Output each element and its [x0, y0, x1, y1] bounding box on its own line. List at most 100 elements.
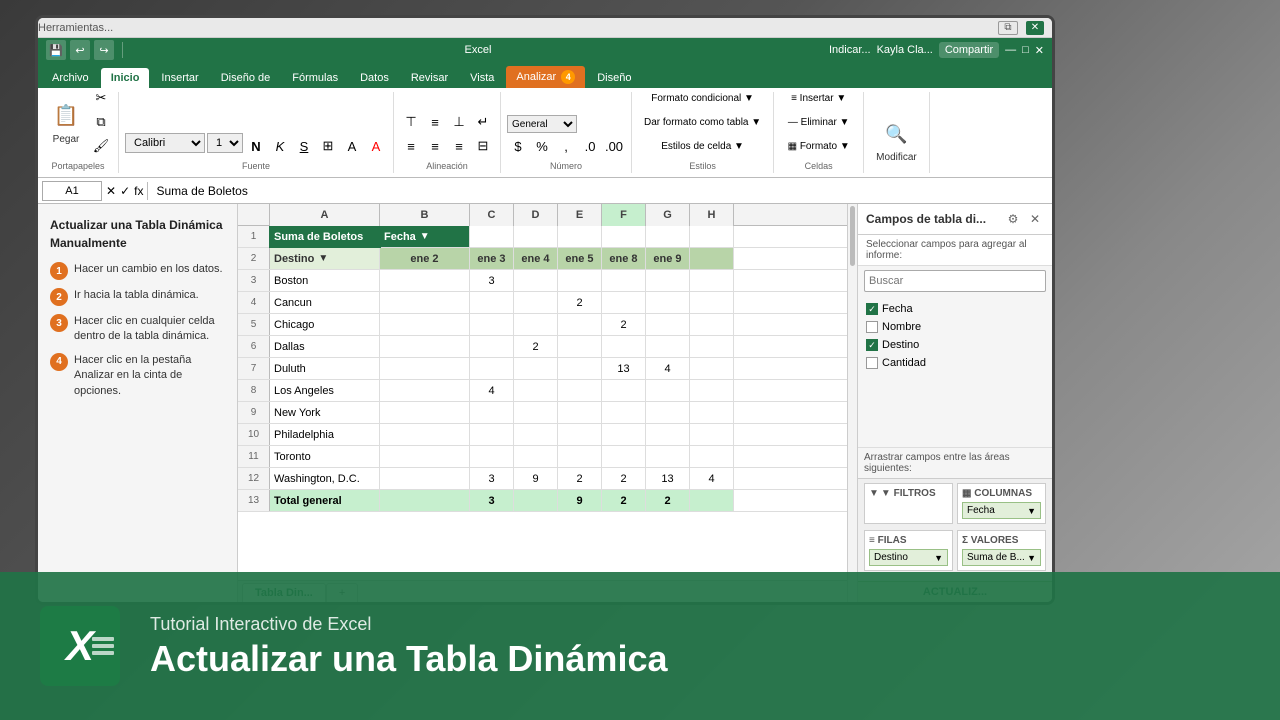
cell-b5[interactable]: [380, 314, 470, 335]
tab-formulas[interactable]: Fórmulas: [282, 68, 348, 88]
align-bottom-button[interactable]: ⊥: [448, 111, 470, 133]
window-minimize[interactable]: —: [1005, 44, 1016, 56]
align-left-button[interactable]: ≡: [400, 135, 422, 157]
col-header-g[interactable]: G: [646, 204, 690, 226]
cell-f6[interactable]: [602, 336, 646, 357]
restore-btn[interactable]: ⧉: [998, 21, 1018, 35]
cell-f12[interactable]: 2: [602, 468, 646, 489]
window-close[interactable]: ✕: [1035, 44, 1044, 57]
font-selector[interactable]: Calibri: [125, 133, 205, 153]
cell-g3[interactable]: [646, 270, 690, 291]
cell-a5[interactable]: Chicago: [270, 314, 380, 335]
merge-button[interactable]: ⊟: [472, 135, 494, 157]
cell-d11[interactable]: [514, 446, 558, 467]
undo-icon[interactable]: ↩: [70, 40, 90, 60]
cell-g8[interactable]: [646, 380, 690, 401]
cell-g9[interactable]: [646, 402, 690, 423]
cell-b8[interactable]: [380, 380, 470, 401]
font-color-button[interactable]: A: [365, 135, 387, 157]
cell-d7[interactable]: [514, 358, 558, 379]
cell-d8[interactable]: [514, 380, 558, 401]
cell-g5[interactable]: [646, 314, 690, 335]
cell-h7[interactable]: [690, 358, 734, 379]
cell-g1[interactable]: [646, 226, 690, 247]
col-header-c[interactable]: C: [470, 204, 514, 226]
cell-c1[interactable]: [470, 226, 514, 247]
vertical-scrollbar[interactable]: [847, 204, 857, 602]
col-header-b[interactable]: B: [380, 204, 470, 226]
cell-a6[interactable]: Dallas: [270, 336, 380, 357]
cell-d10[interactable]: [514, 424, 558, 445]
cell-f2[interactable]: ene 8: [602, 248, 646, 269]
cell-h13[interactable]: [690, 490, 734, 511]
cell-a3[interactable]: Boston: [270, 270, 380, 291]
tab-diseno[interactable]: Diseño de: [211, 68, 281, 88]
tab-insertar[interactable]: Insertar: [151, 68, 208, 88]
cell-b12[interactable]: [380, 468, 470, 489]
cell-h12[interactable]: 4: [690, 468, 734, 489]
cell-b11[interactable]: [380, 446, 470, 467]
formula-insert-icon[interactable]: fx: [134, 184, 143, 198]
cell-f10[interactable]: [602, 424, 646, 445]
values-item-dropdown[interactable]: ▼: [1027, 553, 1036, 563]
cell-e8[interactable]: [558, 380, 602, 401]
cell-d2[interactable]: ene 4: [514, 248, 558, 269]
cell-e7[interactable]: [558, 358, 602, 379]
cell-f5[interactable]: 2: [602, 314, 646, 335]
rows-item-dropdown[interactable]: ▼: [934, 553, 943, 563]
scroll-thumb[interactable]: [850, 206, 855, 266]
cell-a4[interactable]: Cancun: [270, 292, 380, 313]
cell-c7[interactable]: [470, 358, 514, 379]
cell-e3[interactable]: [558, 270, 602, 291]
cell-a11[interactable]: Toronto: [270, 446, 380, 467]
close-icon[interactable]: ✕: [1026, 21, 1044, 35]
cell-c5[interactable]: [470, 314, 514, 335]
cell-c2[interactable]: ene 3: [470, 248, 514, 269]
comma-button[interactable]: ,: [555, 135, 577, 157]
cell-d13[interactable]: [514, 490, 558, 511]
cell-a1[interactable]: Suma de Boletos: [270, 226, 380, 247]
tab-vista[interactable]: Vista: [460, 68, 504, 88]
format-painter-button[interactable]: 🖌: [90, 135, 112, 157]
formula-confirm-icon[interactable]: ✓: [120, 184, 130, 198]
copy-button[interactable]: ⧉: [90, 111, 112, 133]
underline-button[interactable]: S: [293, 135, 315, 157]
align-right-button[interactable]: ≡: [448, 135, 470, 157]
tab-revisar[interactable]: Revisar: [401, 68, 458, 88]
cell-c4[interactable]: [470, 292, 514, 313]
tab-analizar[interactable]: Analizar 4: [506, 66, 585, 88]
increase-decimal[interactable]: .0: [579, 135, 601, 157]
col-header-f[interactable]: F: [602, 204, 646, 226]
insert-cells-button[interactable]: ≡ Insertar ▼: [782, 88, 856, 109]
cell-e5[interactable]: [558, 314, 602, 335]
pivot-field-cantidad-checkbox[interactable]: [866, 357, 878, 369]
pivot-field-nombre-checkbox[interactable]: [866, 321, 878, 333]
cell-g7[interactable]: 4: [646, 358, 690, 379]
cell-d1[interactable]: [514, 226, 558, 247]
cell-h5[interactable]: [690, 314, 734, 335]
italic-button[interactable]: K: [269, 135, 291, 157]
columns-item-dropdown[interactable]: ▼: [1027, 506, 1036, 516]
cell-c3[interactable]: 3: [470, 270, 514, 291]
cell-h10[interactable]: [690, 424, 734, 445]
cell-f3[interactable]: [602, 270, 646, 291]
number-format-selector[interactable]: General: [507, 115, 577, 133]
cell-g10[interactable]: [646, 424, 690, 445]
cell-e11[interactable]: [558, 446, 602, 467]
cell-g4[interactable]: [646, 292, 690, 313]
cell-b10[interactable]: [380, 424, 470, 445]
format-table-button[interactable]: Dar formato como tabla ▼: [638, 111, 767, 133]
cell-h11[interactable]: [690, 446, 734, 467]
pivot-search-input[interactable]: [864, 270, 1046, 292]
cell-c9[interactable]: [470, 402, 514, 423]
align-center-button[interactable]: ≡: [424, 135, 446, 157]
cell-c8[interactable]: 4: [470, 380, 514, 401]
decrease-decimal[interactable]: .00: [603, 135, 625, 157]
indicate-btn[interactable]: Indicar...: [829, 44, 871, 56]
cell-e2[interactable]: ene 5: [558, 248, 602, 269]
cell-e9[interactable]: [558, 402, 602, 423]
cell-f11[interactable]: [602, 446, 646, 467]
cell-f8[interactable]: [602, 380, 646, 401]
cell-a13[interactable]: Total general: [270, 490, 380, 511]
cell-f7[interactable]: 13: [602, 358, 646, 379]
